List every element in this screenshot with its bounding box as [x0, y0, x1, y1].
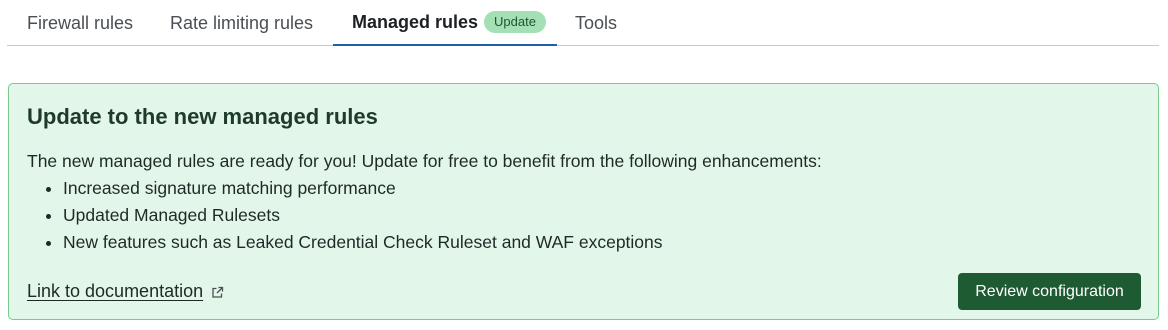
list-item: Increased signature matching performance [63, 175, 663, 202]
tab-label: Firewall rules [27, 12, 134, 33]
external-link-icon [211, 283, 224, 298]
list-item: New features such as Leaked Credential C… [63, 229, 663, 256]
tab-label: Rate limiting rules [170, 12, 314, 33]
banner-title: Update to the new managed rules [27, 104, 378, 129]
documentation-link[interactable]: Link to documentation [27, 281, 224, 302]
enhancements-list: Increased signature matching performance… [27, 175, 663, 256]
tab-tools[interactable]: Tools [575, 0, 617, 46]
tab-rate-limiting-rules[interactable]: Rate limiting rules [170, 0, 313, 46]
tab-managed-rules[interactable]: Managed rules Update [333, 0, 557, 46]
tab-firewall-rules[interactable]: Firewall rules [27, 0, 133, 46]
tab-label: Tools [575, 12, 618, 33]
update-badge: Update [484, 11, 546, 33]
review-configuration-button[interactable]: Review configuration [958, 273, 1141, 310]
tab-label: Managed rules [352, 11, 479, 32]
update-banner: Update to the new managed rules The new … [8, 83, 1159, 320]
list-item: Updated Managed Rulesets [63, 202, 663, 229]
documentation-link-label: Link to documentation [27, 281, 204, 301]
tab-bar: Firewall rules Rate limiting rules Manag… [7, 0, 1159, 46]
banner-description: The new managed rules are ready for you!… [27, 151, 822, 171]
managed-rules-page: Firewall rules Rate limiting rules Manag… [0, 0, 1168, 330]
